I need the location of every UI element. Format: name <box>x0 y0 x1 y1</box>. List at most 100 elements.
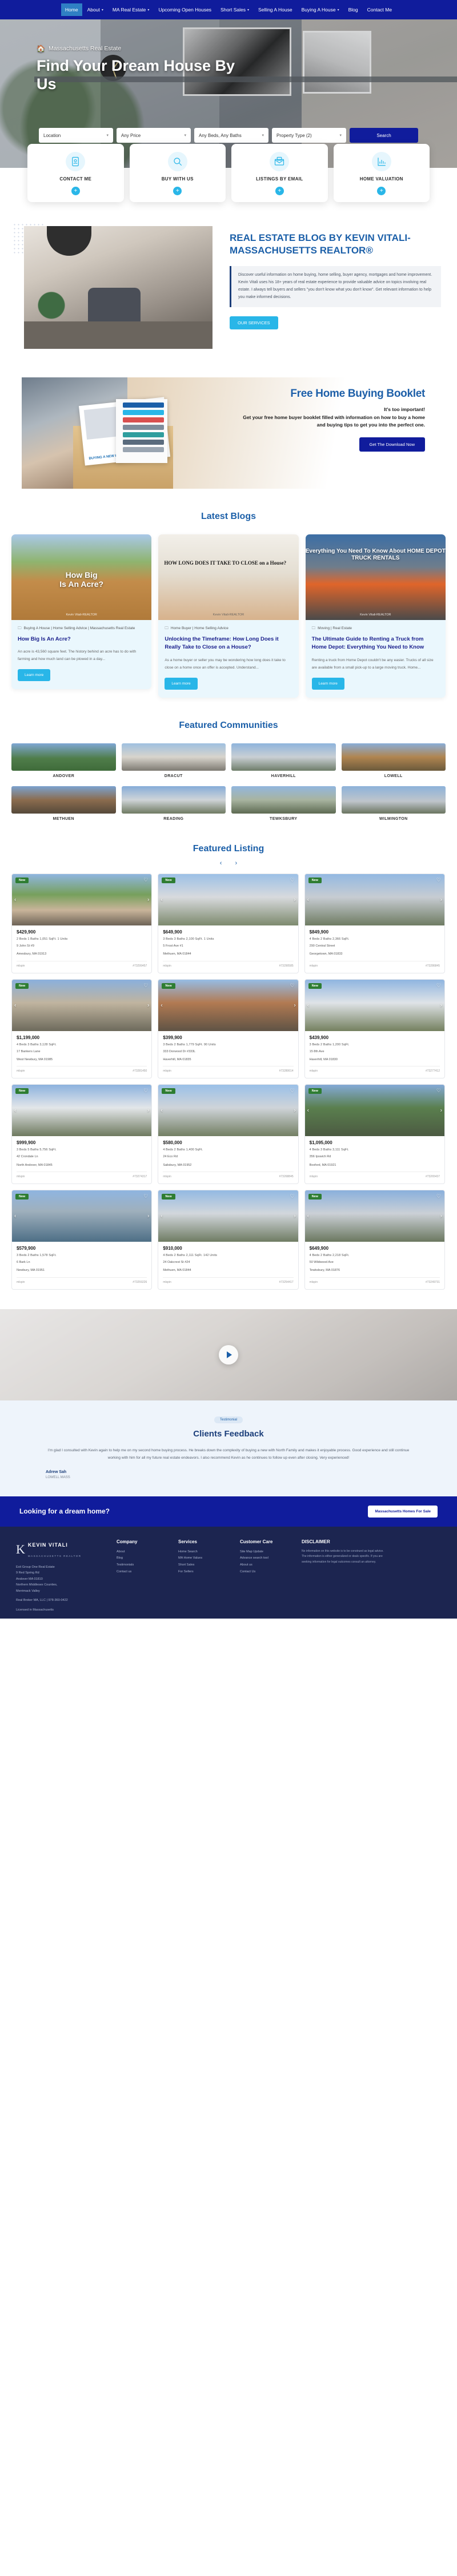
photo-next-icon[interactable]: › <box>147 1108 149 1114</box>
learn-more-button[interactable]: Learn more <box>165 677 198 690</box>
nav-item-upcoming-open-houses[interactable]: Upcoming Open Houses <box>154 3 215 16</box>
feature-card-listings-by-email[interactable]: LISTINGS BY EMAIL + <box>231 144 328 202</box>
favorite-icon[interactable]: ♡ <box>143 1088 148 1094</box>
photo-next-icon[interactable]: › <box>440 1002 442 1008</box>
blog-card[interactable]: HOW LONG DOES IT TAKE TO CLOSE on a Hous… <box>158 534 299 698</box>
play-button[interactable] <box>219 1345 238 1365</box>
favorite-icon[interactable]: ♡ <box>436 1088 441 1094</box>
photo-next-icon[interactable]: › <box>147 1213 149 1219</box>
photo-prev-icon[interactable]: ‹ <box>307 1213 309 1219</box>
listing-card[interactable]: New ♡ ‹ › $1,199,000 4 Beds 3 Baths 3,12… <box>11 979 153 1079</box>
favorite-icon[interactable]: ♡ <box>436 1193 441 1200</box>
community-haverhill[interactable]: HAVERHILL <box>231 743 336 778</box>
photo-prev-icon[interactable]: ‹ <box>161 1108 162 1114</box>
listing-card[interactable]: New ♡ ‹ › $649,900 3 Beds 3 Baths 2,100 … <box>158 873 299 973</box>
listing-card[interactable]: New ♡ ‹ › $1,095,000 4 Beds 3 Baths 3,11… <box>304 1084 445 1184</box>
search-button[interactable]: Search <box>350 128 418 143</box>
blog-title[interactable]: How Big Is An Acre? <box>18 635 145 644</box>
photo-prev-icon[interactable]: ‹ <box>161 1002 162 1008</box>
blog-card[interactable]: Everything You Need To Know About HOME D… <box>305 534 446 698</box>
footer-link[interactable]: Site Map Update <box>240 1549 292 1556</box>
photo-next-icon[interactable]: › <box>440 896 442 903</box>
favorite-icon[interactable]: ♡ <box>436 877 441 883</box>
beds-baths-select[interactable]: Any Beds, Any Baths ▾ <box>194 128 268 143</box>
photo-next-icon[interactable]: › <box>294 1213 295 1219</box>
photo-next-icon[interactable]: › <box>294 896 295 903</box>
listing-card[interactable]: New ♡ ‹ › $439,900 3 Beds 2 Baths 1,200 … <box>304 979 445 1079</box>
footer-link[interactable]: Home Search <box>178 1549 231 1556</box>
price-select[interactable]: Any Price ▾ <box>117 128 191 143</box>
community-reading[interactable]: READING <box>121 786 226 821</box>
footer-link[interactable]: Short Sales <box>178 1562 231 1569</box>
nav-item-home[interactable]: Home <box>61 3 82 16</box>
blog-title[interactable]: Unlocking the Timeframe: How Long Does i… <box>165 635 292 652</box>
photo-prev-icon[interactable]: ‹ <box>307 1002 309 1008</box>
footer-link[interactable]: Testimonials <box>117 1562 169 1569</box>
footer-link[interactable]: Contact Us <box>240 1569 292 1576</box>
expand-button[interactable]: + <box>173 187 182 195</box>
favorite-icon[interactable]: ♡ <box>143 1193 148 1200</box>
footer-link[interactable]: About <box>117 1549 169 1556</box>
photo-prev-icon[interactable]: ‹ <box>14 896 16 903</box>
community-dracut[interactable]: DRACUT <box>121 743 226 778</box>
community-wilmington[interactable]: WILMINGTON <box>341 786 446 821</box>
listing-card[interactable]: New ♡ ‹ › $910,000 4 Beds 2 Baths 2,111 … <box>158 1189 299 1290</box>
photo-next-icon[interactable]: › <box>147 896 149 903</box>
footer-link[interactable]: Contact us <box>117 1569 169 1576</box>
favorite-icon[interactable]: ♡ <box>290 877 295 883</box>
favorite-icon[interactable]: ♡ <box>290 1193 295 1200</box>
favorite-icon[interactable]: ♡ <box>143 877 148 883</box>
carousel-prev-button[interactable]: ‹ <box>214 860 228 867</box>
blog-title[interactable]: The Ultimate Guide to Renting a Truck fr… <box>312 635 439 652</box>
nav-item-short-sales[interactable]: Short Sales ▾ <box>217 3 253 16</box>
footer-link[interactable]: Blog <box>117 1555 169 1562</box>
favorite-icon[interactable]: ♡ <box>290 1088 295 1094</box>
photo-prev-icon[interactable]: ‹ <box>307 1108 309 1114</box>
community-methuen[interactable]: METHUEN <box>11 786 116 821</box>
photo-next-icon[interactable]: › <box>294 1002 295 1008</box>
our-services-button[interactable]: OUR SERVICES <box>230 316 278 329</box>
photo-prev-icon[interactable]: ‹ <box>161 896 162 903</box>
community-andover[interactable]: ANDOVER <box>11 743 116 778</box>
favorite-icon[interactable]: ♡ <box>436 983 441 989</box>
photo-next-icon[interactable]: › <box>294 1108 295 1114</box>
listing-card[interactable]: New ♡ ‹ › $429,900 2 Beds 1 Baths 1,051 … <box>11 873 153 973</box>
photo-prev-icon[interactable]: ‹ <box>14 1213 16 1219</box>
listing-card[interactable]: New ♡ ‹ › $849,900 4 Beds 2 Baths 2,366 … <box>304 873 445 973</box>
photo-prev-icon[interactable]: ‹ <box>307 896 309 903</box>
nav-item-selling-a-house[interactable]: Selling A House <box>254 3 296 16</box>
community-lowell[interactable]: LOWELL <box>341 743 446 778</box>
learn-more-button[interactable]: Learn more <box>18 669 51 682</box>
photo-next-icon[interactable]: › <box>440 1108 442 1114</box>
listing-card[interactable]: New ♡ ‹ › $999,900 3 Beds 5 Baths 5,756 … <box>11 1084 153 1184</box>
photo-prev-icon[interactable]: ‹ <box>14 1002 16 1008</box>
expand-button[interactable]: + <box>275 187 284 195</box>
expand-button[interactable]: + <box>377 187 386 195</box>
photo-prev-icon[interactable]: ‹ <box>161 1213 162 1219</box>
listing-card[interactable]: New ♡ ‹ › $579,900 3 Beds 2 Baths 1,578 … <box>11 1189 153 1290</box>
download-booklet-button[interactable]: Get The Download Now <box>359 437 425 452</box>
community-tewksbury[interactable]: TEWKSBURY <box>231 786 336 821</box>
footer-link[interactable]: For Sellers <box>178 1569 231 1576</box>
favorite-icon[interactable]: ♡ <box>143 983 148 989</box>
feature-card-home-valuation[interactable]: HOME VALUATION + <box>333 144 430 202</box>
feature-card-contact-me[interactable]: CONTACT ME + <box>27 144 124 202</box>
learn-more-button[interactable]: Learn more <box>311 677 344 690</box>
nav-item-blog[interactable]: Blog <box>344 3 362 16</box>
footer-link[interactable]: Advance search tool <box>240 1555 292 1562</box>
blog-card[interactable]: How Big Is An Acre? Kevin Vitali-REALTOR… <box>11 534 152 690</box>
carousel-next-button[interactable]: › <box>230 860 243 867</box>
favorite-icon[interactable]: ♡ <box>290 983 295 989</box>
nav-item-buying-a-house[interactable]: Buying A House ▾ <box>298 3 343 16</box>
listing-card[interactable]: New ♡ ‹ › $399,900 3 Beds 2 Baths 1,779 … <box>158 979 299 1079</box>
expand-button[interactable]: + <box>71 187 80 195</box>
feature-card-buy-with-us[interactable]: BUY WITH US + <box>129 144 226 202</box>
property-type-select[interactable]: Property Type (2) ▾ <box>272 128 346 143</box>
cta-button[interactable]: Massachusetts Homes For Sale <box>368 1505 438 1518</box>
location-select[interactable]: Location ▾ <box>39 128 113 143</box>
photo-prev-icon[interactable]: ‹ <box>14 1108 16 1114</box>
photo-next-icon[interactable]: › <box>147 1002 149 1008</box>
nav-item-contact-me[interactable]: Contact Me <box>363 3 396 16</box>
nav-item-about[interactable]: About ▾ <box>83 3 107 16</box>
footer-link[interactable]: MA Home Values <box>178 1555 231 1562</box>
